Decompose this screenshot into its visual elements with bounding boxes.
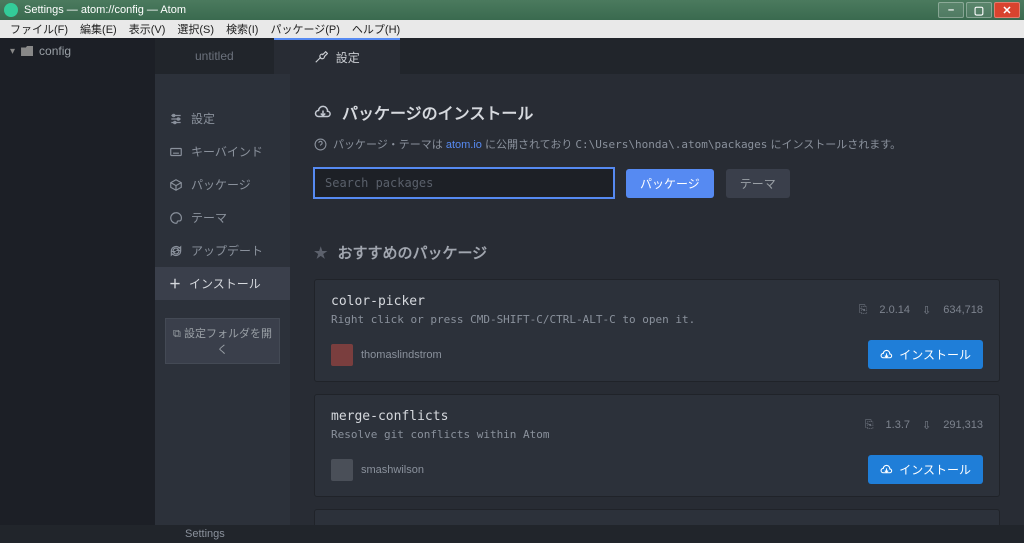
package-downloads: 634,718 (943, 304, 983, 316)
download-icon: ⇩ (922, 419, 931, 432)
featured-title: おすすめのパッケージ (337, 242, 487, 263)
menu-select[interactable]: 選択(S) (171, 21, 220, 37)
sidebar-item-label: アップデート (191, 242, 263, 259)
sidebar-item-keybindings[interactable]: キーバインド (155, 135, 290, 168)
menu-bar: ファイル(F) 編集(E) 表示(V) 選択(S) 検索(I) パッケージ(P)… (0, 20, 1024, 38)
cloud-download-icon (314, 103, 332, 121)
menu-search[interactable]: 検索(I) (220, 21, 264, 37)
keyboard-icon (169, 145, 183, 159)
package-author[interactable]: thomaslindstrom (361, 349, 442, 361)
close-button[interactable]: ✕ (994, 2, 1020, 18)
menu-edit[interactable]: 編集(E) (74, 21, 123, 37)
package-card: color-picker Right click or press CMD-SH… (314, 279, 1000, 382)
sidebar-item-settings[interactable]: 設定 (155, 102, 290, 135)
package-card: merge-conflicts Resolve git conflicts wi… (314, 394, 1000, 497)
tab-label: untitled (195, 49, 234, 63)
tab-settings[interactable]: 設定 (274, 38, 400, 74)
cloud-download-icon (880, 348, 893, 361)
wrench-icon (314, 50, 328, 64)
install-button[interactable]: インストール (868, 455, 983, 484)
tab-untitled[interactable]: untitled (155, 38, 274, 74)
atom-io-link[interactable]: atom.io (446, 139, 482, 151)
tree-root[interactable]: ▾ config (10, 44, 145, 58)
sidebar-item-packages[interactable]: パッケージ (155, 168, 290, 201)
package-downloads: 291,313 (943, 419, 983, 431)
avatar (331, 459, 353, 481)
filter-themes-button[interactable]: テーマ (726, 169, 790, 198)
sidebar-item-install[interactable]: ＋ インストール (155, 267, 290, 300)
cloud-download-icon (880, 463, 893, 476)
section-title: パッケージのインストール (342, 100, 533, 124)
sidebar-item-label: テーマ (191, 209, 227, 226)
sidebar-item-label: キーバインド (191, 143, 263, 160)
tab-label: 設定 (336, 49, 360, 66)
sidebar-item-updates[interactable]: アップデート (155, 234, 290, 267)
menu-help[interactable]: ヘルプ(H) (346, 21, 406, 37)
folder-icon (21, 46, 33, 56)
filter-packages-button[interactable]: パッケージ (626, 169, 714, 198)
refresh-icon (169, 244, 183, 258)
tree-view[interactable]: ▾ config (0, 38, 155, 525)
package-name[interactable]: color-picker (331, 294, 859, 309)
sliders-icon (169, 112, 183, 126)
tag-icon: ⎘ (859, 304, 868, 317)
settings-content: パッケージのインストール パッケージ・テーマは atom.io に公開されており… (290, 74, 1024, 525)
paint-icon (169, 211, 183, 225)
package-version: 2.0.14 (879, 304, 910, 316)
star-icon: ★ (314, 244, 327, 262)
settings-sidebar: 設定 キーバインド パッケージ テーマ アップデート (155, 74, 290, 525)
window-titlebar: Settings — atom://config — Atom – ▢ ✕ (0, 0, 1024, 20)
install-button[interactable]: インストール (868, 340, 983, 369)
tree-root-label: config (39, 44, 71, 58)
external-icon: ⧉ (173, 328, 184, 340)
menu-view[interactable]: 表示(V) (123, 21, 172, 37)
minimize-button[interactable]: – (938, 2, 964, 18)
package-card: minimap A preview of the full source cod… (314, 509, 1000, 525)
help-text: パッケージ・テーマは atom.io に公開されており C:\Users\hon… (314, 136, 1000, 152)
question-icon (314, 138, 327, 151)
menu-file[interactable]: ファイル(F) (4, 21, 74, 37)
sidebar-item-label: パッケージ (191, 176, 251, 193)
package-name[interactable]: merge-conflicts (331, 409, 865, 424)
maximize-button[interactable]: ▢ (966, 2, 992, 18)
window-title: Settings — atom://config — Atom (24, 4, 186, 16)
menu-packages[interactable]: パッケージ(P) (264, 21, 345, 37)
plus-icon: ＋ (169, 275, 181, 292)
package-version: 1.3.7 (886, 419, 910, 431)
avatar (331, 344, 353, 366)
status-left: Settings (185, 528, 225, 540)
sidebar-item-label: インストール (189, 275, 261, 292)
tag-icon: ⎘ (865, 419, 874, 432)
sidebar-item-themes[interactable]: テーマ (155, 201, 290, 234)
search-input[interactable] (314, 168, 614, 198)
package-desc: Resolve git conflicts within Atom (331, 428, 865, 441)
package-author[interactable]: smashwilson (361, 464, 424, 476)
download-icon: ⇩ (922, 304, 931, 317)
status-bar: Settings (0, 525, 1024, 543)
chevron-down-icon: ▾ (10, 46, 15, 57)
open-config-folder-button[interactable]: ⧉ 設定フォルダを開く (165, 318, 280, 364)
tab-bar: untitled 設定 (155, 38, 1024, 74)
package-name[interactable]: minimap (331, 524, 849, 525)
package-icon (169, 178, 183, 192)
app-icon (4, 3, 18, 17)
package-desc: Right click or press CMD-SHIFT-C/CTRL-AL… (331, 313, 859, 326)
sidebar-item-label: 設定 (191, 110, 215, 127)
